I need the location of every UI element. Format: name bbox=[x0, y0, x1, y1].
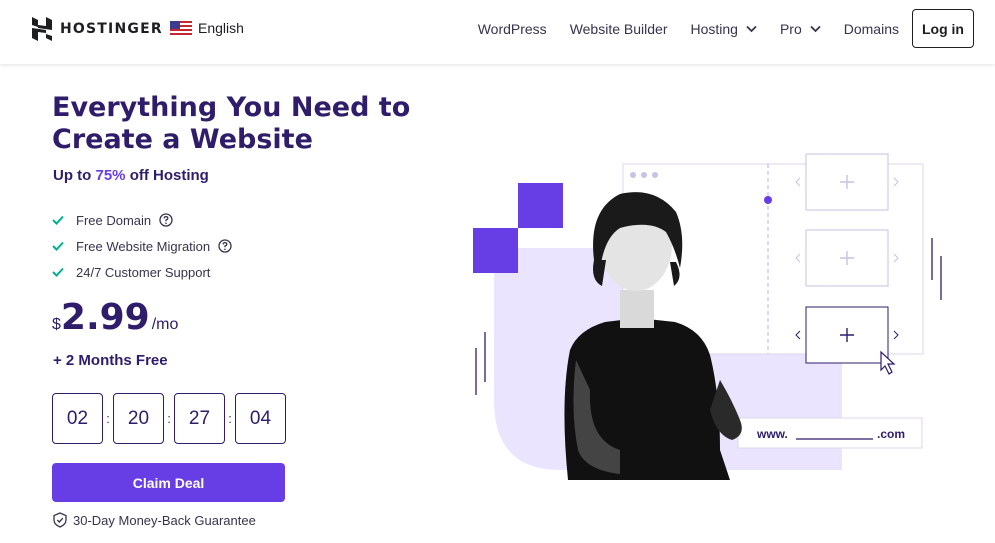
feature-item-migration: Free Website Migration bbox=[52, 233, 232, 259]
check-icon bbox=[52, 215, 64, 225]
main-nav: WordPress Website Builder Hosting Pro Do… bbox=[478, 0, 899, 58]
browser-dot bbox=[630, 172, 636, 178]
decor-square bbox=[518, 183, 563, 228]
feature-label: Free Website Migration bbox=[76, 238, 211, 254]
nav-hosting[interactable]: Hosting bbox=[690, 21, 757, 37]
help-icon[interactable] bbox=[218, 239, 232, 253]
guarantee-label: 30-Day Money-Back Guarantee bbox=[73, 512, 256, 528]
login-button[interactable]: Log in bbox=[912, 9, 974, 48]
url-prefix: www. bbox=[756, 427, 788, 441]
chevron-down-icon bbox=[746, 25, 757, 33]
browser-dot bbox=[641, 172, 647, 178]
claim-deal-button[interactable]: Claim Deal bbox=[52, 463, 285, 502]
url-suffix: .com bbox=[877, 427, 905, 441]
price-display: $ 2.99 /mo bbox=[52, 298, 178, 338]
shield-check-icon bbox=[53, 512, 67, 528]
timer-seconds: 04 bbox=[235, 393, 286, 444]
bonus-text: + 2 Months Free bbox=[53, 352, 168, 369]
nav-label: Domains bbox=[843, 21, 899, 37]
hostinger-logo-icon bbox=[32, 17, 52, 41]
money-back-guarantee: 30-Day Money-Back Guarantee bbox=[53, 512, 256, 528]
price-period: /mo bbox=[151, 316, 179, 333]
timer-separator: : bbox=[106, 411, 110, 426]
browser-dot bbox=[652, 172, 658, 178]
check-icon bbox=[52, 241, 64, 251]
nav-domains[interactable]: Domains bbox=[844, 21, 899, 37]
decor-square bbox=[473, 228, 518, 273]
timer-days: 02 bbox=[52, 393, 103, 444]
feature-label: 24/7 Customer Support bbox=[76, 264, 211, 280]
subtitle-suffix: off Hosting bbox=[125, 167, 209, 184]
top-navbar: HOSTINGER English WordPress Website Buil… bbox=[0, 0, 995, 64]
language-selector[interactable]: English bbox=[170, 20, 244, 36]
nav-website-builder[interactable]: Website Builder bbox=[570, 21, 668, 37]
page-title: Everything You Need to Create a Website bbox=[52, 92, 411, 155]
timer-hours: 20 bbox=[113, 393, 164, 444]
countdown-timer: 02 : 20 : 27 : 04 bbox=[52, 393, 286, 444]
nav-label: WordPress bbox=[477, 21, 547, 37]
price-currency: $ bbox=[52, 316, 61, 333]
subtitle-prefix: Up to bbox=[53, 167, 96, 184]
discount-subtitle: Up to 75% off Hosting bbox=[53, 167, 209, 184]
price-amount: 2.99 bbox=[60, 297, 150, 338]
nav-label: Pro bbox=[779, 21, 802, 37]
nav-pro[interactable]: Pro bbox=[780, 21, 821, 37]
timer-minutes: 27 bbox=[174, 393, 225, 444]
check-icon bbox=[52, 267, 64, 277]
guide-dot bbox=[764, 196, 772, 204]
nav-label: Hosting bbox=[690, 21, 738, 37]
hero-illustration: www. .com bbox=[473, 153, 942, 480]
logo-text: HOSTINGER bbox=[60, 21, 163, 37]
help-icon[interactable] bbox=[159, 213, 173, 227]
chevron-down-icon bbox=[810, 25, 821, 33]
feature-list: Free Domain Free Website Migration 24/7 … bbox=[52, 207, 232, 285]
hostinger-logo[interactable]: HOSTINGER bbox=[32, 17, 163, 41]
nav-label: Website Builder bbox=[569, 21, 668, 37]
feature-label: Free Domain bbox=[76, 212, 152, 228]
timer-separator: : bbox=[167, 411, 171, 426]
feature-item-support: 24/7 Customer Support bbox=[52, 259, 232, 285]
language-label: English bbox=[198, 20, 244, 36]
us-flag-icon bbox=[170, 21, 192, 35]
discount-percent: 75% bbox=[95, 167, 126, 184]
nav-wordpress[interactable]: WordPress bbox=[478, 21, 547, 37]
timer-separator: : bbox=[228, 411, 232, 426]
feature-item-free-domain: Free Domain bbox=[52, 207, 232, 233]
